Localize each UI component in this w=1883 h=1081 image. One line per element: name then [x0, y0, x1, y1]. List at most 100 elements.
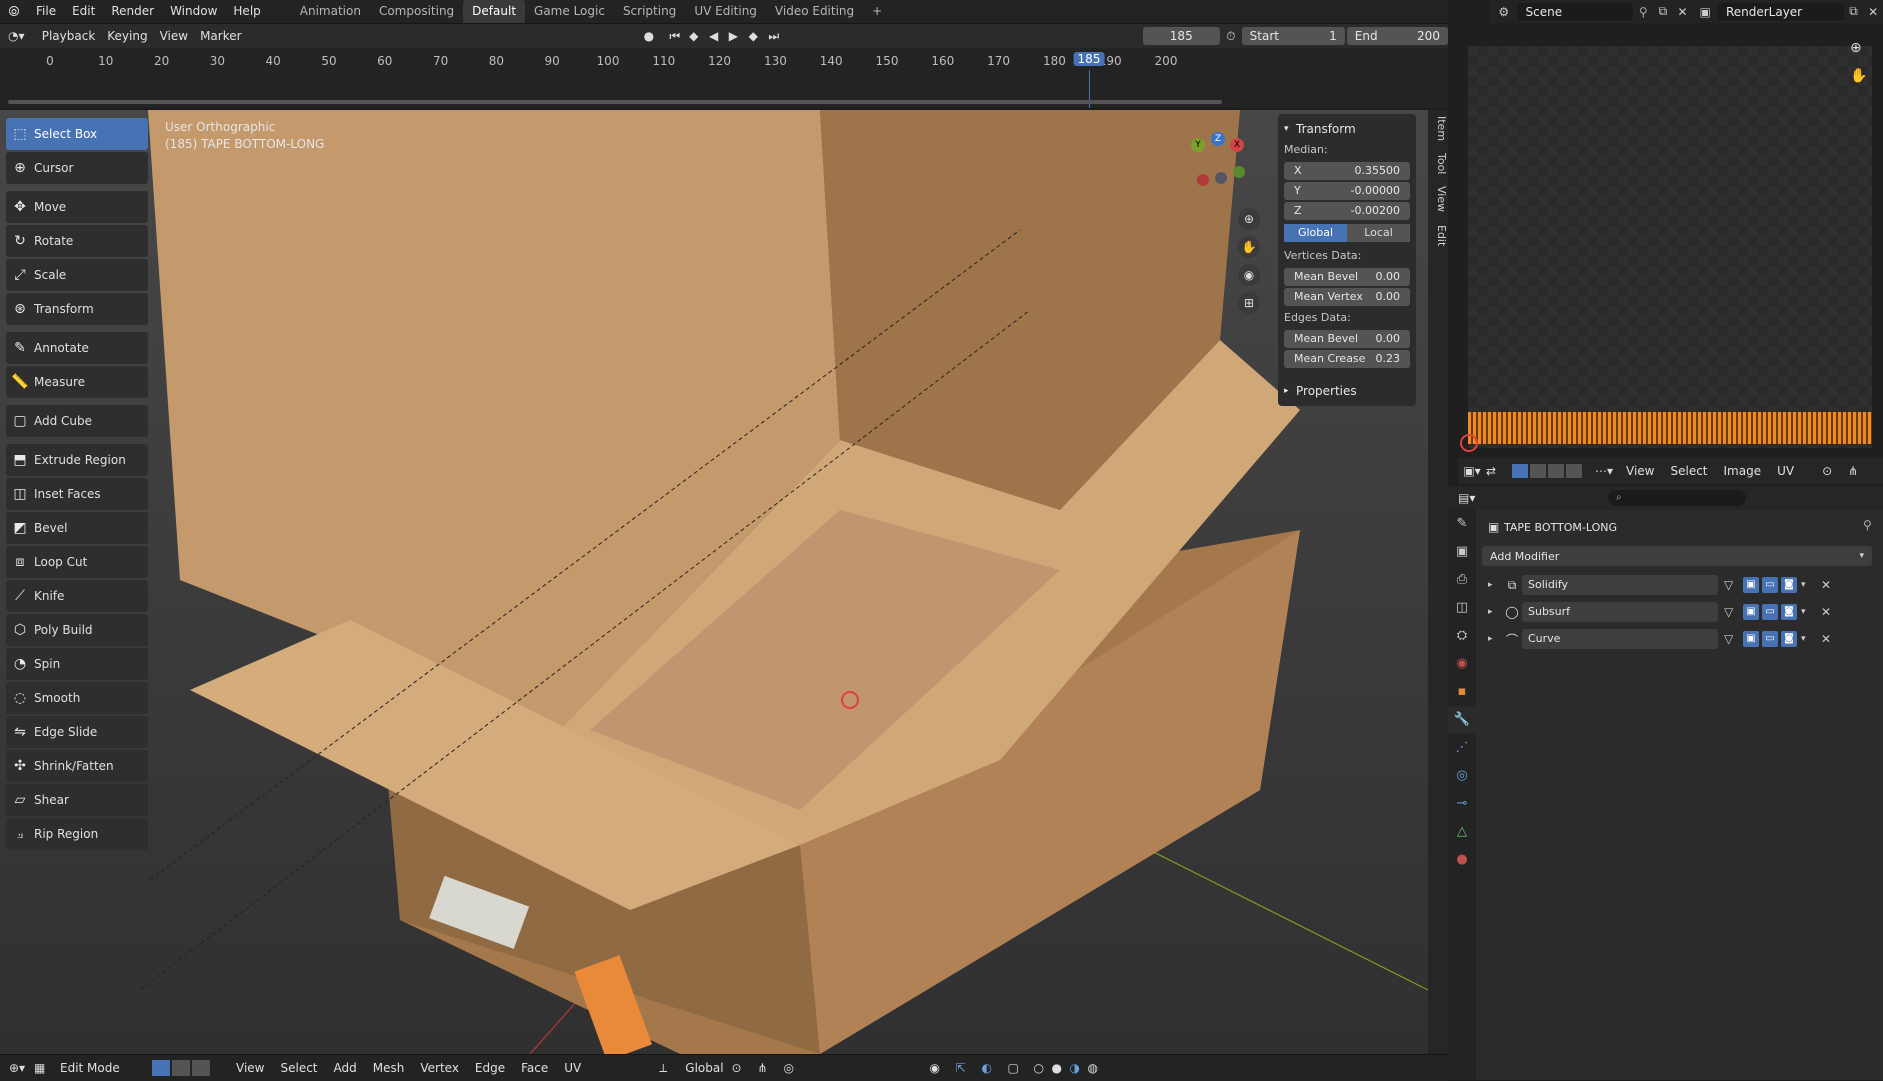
render-layer-field[interactable]: RenderLayer — [1717, 2, 1844, 21]
bottom-uv-menu[interactable]: UV — [556, 1055, 589, 1081]
tool-poly-build[interactable]: ⬡ Poly Build — [6, 614, 148, 646]
timeline-scrollbar[interactable] — [8, 100, 1222, 104]
tool-edge-slide[interactable]: ⇋ Edge Slide — [6, 716, 148, 748]
add-modifier-button[interactable]: Add Modifier ▾ — [1482, 546, 1872, 566]
modifier-menu-icon[interactable]: ▾ — [1801, 634, 1817, 644]
uv-snap-icon[interactable]: ⋔ — [1848, 464, 1874, 478]
modifier-name-field[interactable]: Subsurf — [1522, 602, 1718, 622]
uv-sync-icon[interactable]: ⇄ — [1486, 464, 1508, 478]
view-layer-tab-icon[interactable]: ◫ — [1448, 594, 1476, 622]
remove-modifier-icon[interactable]: ✕ — [1821, 605, 1837, 619]
tool-loop-cut[interactable]: ⧈ Loop Cut — [6, 546, 148, 578]
overlay-toggle-icon[interactable]: ◐ — [982, 1061, 1008, 1075]
material-tab-icon[interactable]: ● — [1448, 846, 1476, 874]
render-toggle-icon[interactable]: ◙ — [1781, 604, 1797, 620]
camera-view-icon[interactable]: ◉ — [1238, 264, 1260, 286]
close-icon[interactable]: ✕ — [1673, 5, 1693, 19]
snap-icon[interactable]: ⋔ — [758, 1061, 784, 1075]
edit-cage-icon[interactable]: ▽ — [1724, 578, 1740, 592]
prev-key-icon[interactable]: ◆ — [689, 29, 709, 43]
visibility-icon[interactable]: ◉ — [930, 1061, 956, 1075]
output-tab-icon[interactable]: ⎙ — [1448, 566, 1476, 594]
remove-layer-icon[interactable]: ✕ — [1863, 5, 1883, 19]
record-icon[interactable]: ● — [644, 29, 670, 43]
bottom-vertex-menu[interactable]: Vertex — [412, 1055, 467, 1081]
tool-transform[interactable]: ⊛ Transform — [6, 293, 148, 325]
tool-scale[interactable]: ⤢ Scale — [6, 259, 148, 291]
modifier-menu-icon[interactable]: ▾ — [1801, 607, 1817, 617]
expand-chevron-icon[interactable]: ▸ — [1488, 634, 1502, 644]
render-tab-icon[interactable]: ▣ — [1448, 538, 1476, 566]
uv-island-strip[interactable] — [1468, 412, 1872, 444]
gizmo-y-icon[interactable]: Y — [1191, 138, 1205, 152]
render-toggle-icon[interactable]: ◙ — [1781, 631, 1797, 647]
tool-rotate[interactable]: ↻ Rotate — [6, 225, 148, 257]
expand-chevron-icon[interactable]: ▸ — [1488, 580, 1502, 590]
pivot-icon[interactable]: ⊙ — [732, 1061, 758, 1075]
expand-chevron-icon[interactable]: ▸ — [1488, 607, 1502, 617]
tab-video-editing[interactable]: Video Editing — [766, 0, 863, 23]
edge-mean-bevel-field[interactable]: Mean Bevel 0.00 — [1284, 330, 1410, 348]
next-key-icon[interactable]: ◆ — [749, 29, 769, 43]
properties-panel-header[interactable]: ▸ Properties — [1284, 380, 1410, 402]
scene-name-field[interactable]: Scene — [1517, 2, 1634, 21]
timeline-ruler[interactable]: 0 10 20 30 40 50 60 70 80 90 100 110 120 130 140 150 160… — [0, 48, 1448, 108]
modifier-tab-icon[interactable]: 🔧 — [1448, 706, 1476, 734]
gizmo-toggle-icon[interactable]: ⇱ — [956, 1061, 982, 1075]
new-layer-icon[interactable]: ⧉ — [1844, 4, 1864, 19]
view-menu[interactable]: View — [154, 27, 194, 45]
median-x-field[interactable]: X 0.35500 — [1284, 162, 1410, 180]
properties-search-field[interactable]: ⌕ — [1608, 490, 1746, 506]
tool-annotate[interactable]: ✎ Annotate — [6, 332, 148, 364]
uv-select-menu[interactable]: Select — [1662, 458, 1715, 484]
global-button[interactable]: Global — [1284, 224, 1347, 242]
edit-cage-icon[interactable]: ▽ — [1724, 632, 1740, 646]
bottom-mesh-menu[interactable]: Mesh — [365, 1055, 413, 1081]
tool-bevel[interactable]: ◩ Bevel — [6, 512, 148, 544]
edit-mode-toggle-icon[interactable]: ▣ — [1743, 577, 1759, 593]
new-scene-icon[interactable]: ⧉ — [1653, 4, 1673, 19]
pin-icon[interactable]: ⚲ — [1633, 5, 1653, 19]
editor-type-3d-icon[interactable]: ⊕▾ — [0, 1061, 34, 1075]
transform-panel-header[interactable]: ▾ Transform — [1284, 118, 1410, 140]
face-select-icon[interactable] — [192, 1060, 210, 1076]
tool-shear[interactable]: ▱ Shear — [6, 784, 148, 816]
median-z-field[interactable]: Z -0.00200 — [1284, 202, 1410, 220]
menu-edit[interactable]: Edit — [64, 0, 103, 23]
shading-solid-icon[interactable]: ● — [1052, 1061, 1070, 1075]
play-reverse-icon[interactable]: ◀ — [709, 29, 729, 43]
tool-select-box[interactable]: ⬚ Select Box — [6, 118, 148, 150]
menu-help[interactable]: Help — [225, 0, 268, 23]
vertex-mean-vertex-field[interactable]: Mean Vertex 0.00 — [1284, 288, 1410, 306]
tool-spin[interactable]: ◔ Spin — [6, 648, 148, 680]
uv-pivot-icon[interactable]: ⊙ — [1822, 464, 1848, 478]
uv-image-menu[interactable]: Image — [1716, 458, 1770, 484]
blender-logo-icon[interactable]: ⦾ — [0, 4, 28, 20]
modifier-name-field[interactable]: Curve — [1522, 629, 1718, 649]
menu-render[interactable]: Render — [103, 0, 162, 23]
vertex-select-icon[interactable] — [152, 1060, 170, 1076]
tool-extrude-region[interactable]: ⬒ Extrude Region — [6, 444, 148, 476]
edit-mode-toggle-icon[interactable]: ▣ — [1743, 604, 1759, 620]
edge-mean-crease-field[interactable]: Mean Crease 0.23 — [1284, 350, 1410, 368]
bottom-view-menu[interactable]: View — [228, 1055, 272, 1081]
world-tab-icon[interactable]: ◉ — [1448, 650, 1476, 678]
shading-wireframe-icon[interactable]: ○ — [1034, 1061, 1052, 1075]
xray-icon[interactable]: ▢ — [1008, 1061, 1034, 1075]
gizmo-x-icon[interactable]: X — [1230, 138, 1244, 152]
current-frame-indicator[interactable]: 185 — [1073, 52, 1105, 66]
uv-cursor-icon[interactable] — [1460, 434, 1478, 452]
edit-mode-toggle-icon[interactable]: ▣ — [1743, 631, 1759, 647]
tool-cursor[interactable]: ⊕ Cursor — [6, 152, 148, 184]
uv-face-mode-icon[interactable] — [1548, 464, 1564, 478]
tool-add-cube[interactable]: ▢ Add Cube — [6, 405, 148, 437]
uv-editor[interactable] — [1460, 46, 1872, 452]
scene-tab-icon[interactable]: ⛭ — [1448, 622, 1476, 650]
pan-hand-icon[interactable]: ✋ — [1238, 236, 1260, 258]
bottom-select-menu[interactable]: Select — [272, 1055, 325, 1081]
pin-properties-icon[interactable]: ⚲ — [1863, 518, 1872, 532]
uv-view-menu[interactable]: View — [1618, 458, 1662, 484]
play-icon[interactable]: ▶ — [729, 29, 749, 43]
median-y-field[interactable]: Y -0.00000 — [1284, 182, 1410, 200]
sidebar-tab-item[interactable]: Item — [1428, 110, 1448, 147]
